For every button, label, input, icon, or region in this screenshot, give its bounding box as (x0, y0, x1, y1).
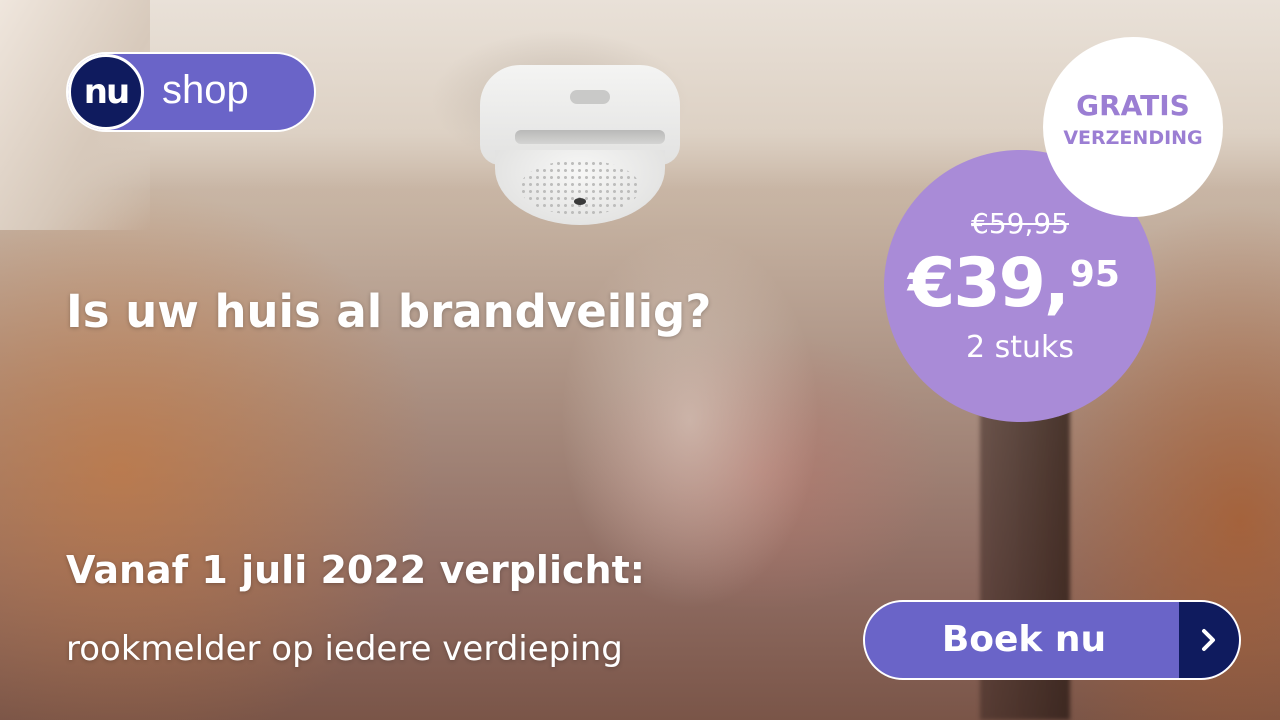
free-shipping-badge: GRATIS VERZENDING (1043, 37, 1223, 217)
book-now-label: Boek nu (941, 619, 1107, 660)
detector-slot (570, 90, 610, 104)
nushop-logo[interactable]: nu shop (66, 52, 316, 132)
new-price-main: €39, (908, 244, 1070, 323)
new-price: €39,95 (908, 246, 1138, 322)
headline: Is uw huis al brandveilig? (66, 285, 712, 338)
subheadline: Vanaf 1 juli 2022 verplicht: (66, 548, 645, 592)
logo-shop-text: shop (162, 68, 249, 112)
chevron-right-glyph (1202, 629, 1215, 651)
quantity-label: 2 stuks (965, 330, 1075, 365)
detector-grille (520, 160, 640, 215)
shipping-line-1: GRATIS (1076, 89, 1190, 122)
ad-banner[interactable]: nu shop Is uw huis al brandveilig? Vanaf… (0, 0, 1280, 720)
book-now-button[interactable]: Boek nu (863, 600, 1241, 680)
smoke-detector-image (430, 30, 690, 230)
shipping-line-2: VERZENDING (1063, 127, 1203, 149)
detector-vent-band (515, 130, 665, 144)
nu-logo-mark: nu (68, 54, 144, 130)
new-price-cents: 95 (1069, 254, 1120, 295)
detector-sensor (574, 198, 586, 205)
chevron-right-icon[interactable] (1179, 602, 1239, 678)
subtext: rookmelder op iedere verdieping (66, 629, 623, 669)
